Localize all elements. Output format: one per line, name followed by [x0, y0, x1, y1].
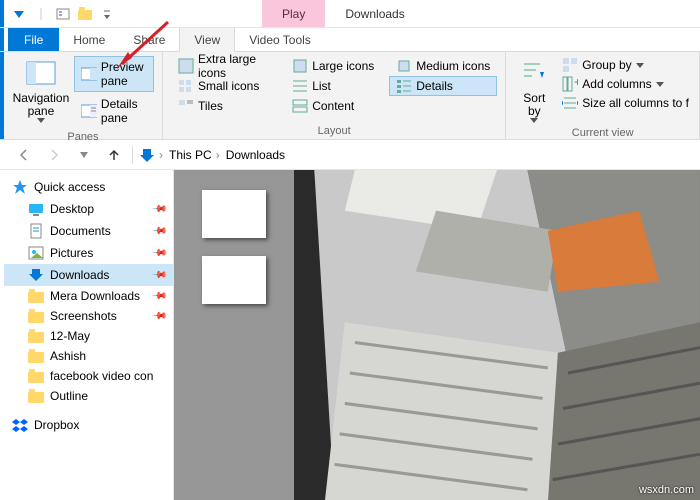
qat-dropdown-icon[interactable] [98, 5, 116, 23]
layout-large[interactable]: Large icons [285, 56, 381, 76]
add-columns-button[interactable]: +Add columns [560, 75, 691, 93]
properties-icon[interactable] [54, 5, 72, 23]
details-pane-button[interactable]: Details pane [74, 93, 154, 129]
layout-small[interactable]: Small icons [171, 76, 277, 96]
quick-access-toolbar [4, 0, 122, 27]
size-columns-button[interactable]: Size all columns to f [560, 94, 691, 112]
pin-icon: 📌 [150, 267, 167, 284]
thumbnail-strip [174, 170, 294, 500]
ribbon-tabs: File Home Share View Video Tools [0, 28, 700, 52]
title-bar: Play Downloads [0, 0, 700, 28]
chevron-down-icon [530, 118, 538, 123]
group-current-view: Sort by Group by +Add columns Size all c… [506, 52, 700, 139]
nav-item-documents[interactable]: Documents 📌 [4, 220, 173, 242]
tab-video-tools[interactable]: Video Tools [235, 28, 325, 51]
pin-icon: 📌 [150, 288, 167, 305]
nav-item-label: Downloads [50, 268, 109, 282]
navigation-pane-label: Navigation pane [13, 92, 70, 118]
layout-details[interactable]: Details [389, 76, 497, 96]
group-label-current-view: Current view [514, 125, 691, 139]
group-by-button[interactable]: Group by [560, 56, 691, 74]
thumbnail[interactable] [202, 256, 266, 304]
nav-item-label: Desktop [50, 202, 94, 216]
group-panes: Navigation pane Preview pane Details pan… [4, 52, 163, 139]
nav-item-ashish[interactable]: Ashish [4, 346, 173, 366]
tab-home[interactable]: Home [59, 28, 119, 51]
pin-icon: 📌 [150, 245, 167, 262]
layout-medium[interactable]: Medium icons [389, 56, 497, 76]
content-area: Quick access Desktop 📌 Documents 📌 Pictures 📌… [4, 170, 700, 500]
layout-tiles[interactable]: Tiles [171, 96, 277, 116]
dropbox-icon [12, 417, 28, 433]
quick-access-item[interactable]: Quick access [4, 176, 173, 198]
preview-pane-area [174, 170, 700, 500]
nav-item-12-may[interactable]: 12-May [4, 326, 173, 346]
chevron-down-icon [37, 118, 45, 123]
tab-view[interactable]: View [179, 28, 235, 52]
watermark: wsxdn.com [639, 484, 694, 496]
dropbox-item[interactable]: Dropbox [4, 414, 173, 436]
nav-item-mera-downloads[interactable]: Mera Downloads 📌 [4, 286, 173, 306]
qat-separator [32, 5, 50, 23]
nav-item-label: Screenshots [50, 309, 117, 323]
up-button[interactable] [102, 143, 126, 167]
layout-extra-large[interactable]: Extra large icons [171, 56, 277, 76]
back-button[interactable] [12, 143, 36, 167]
sort-by-button[interactable]: Sort by [514, 56, 554, 125]
star-icon [12, 179, 28, 195]
download-arrow-icon [139, 147, 155, 163]
ribbon-body: Navigation pane Preview pane Details pan… [0, 52, 700, 140]
recent-dropdown-icon[interactable] [72, 143, 96, 167]
nav-item-label: Ashish [50, 349, 86, 363]
forward-button[interactable] [42, 143, 66, 167]
breadcrumb-this-pc[interactable]: This PC› [169, 148, 220, 162]
pin-icon: 📌 [150, 223, 167, 240]
pin-icon: 📌 [150, 308, 167, 325]
down-arrow-icon[interactable] [10, 5, 28, 23]
preview-pane-icon [81, 66, 97, 82]
left-accent [0, 28, 4, 51]
navigation-pane: Quick access Desktop 📌 Documents 📌 Pictures 📌… [4, 170, 174, 500]
details-pane-label: Details pane [101, 97, 147, 125]
context-tab-play[interactable]: Play [262, 0, 325, 27]
nav-item-label: Pictures [50, 246, 93, 260]
nav-item-facebook-video-con[interactable]: facebook video con [4, 366, 173, 386]
layout-content[interactable]: Content [285, 96, 381, 116]
thumbnail[interactable] [202, 190, 266, 238]
details-pane-icon [81, 103, 97, 119]
preview-pane-label: Preview pane [101, 60, 147, 88]
nav-item-screenshots[interactable]: Screenshots 📌 [4, 306, 173, 326]
tab-file[interactable]: File [8, 28, 59, 51]
nav-item-label: 12-May [50, 329, 90, 343]
nav-item-outline[interactable]: Outline [4, 386, 173, 406]
breadcrumb-downloads[interactable]: Downloads [226, 148, 285, 162]
group-label-layout: Layout [171, 123, 497, 137]
pin-icon: 📌 [150, 201, 167, 218]
nav-item-downloads[interactable]: Downloads 📌 [4, 264, 173, 286]
preview-pane-button[interactable]: Preview pane [74, 56, 154, 92]
breadcrumb-root[interactable]: › [139, 147, 163, 163]
nav-item-label: facebook video con [50, 369, 153, 383]
chevron-right-icon: › [159, 148, 163, 162]
nav-item-pictures[interactable]: Pictures 📌 [4, 242, 173, 264]
group-label-panes: Panes [12, 129, 154, 143]
window-title: Downloads [325, 0, 424, 27]
address-bar: › This PC› Downloads [0, 140, 700, 170]
nav-item-label: Mera Downloads [50, 289, 140, 303]
group-layout: Extra large icons Large icons Medium ico… [163, 52, 506, 139]
nav-item-label: Outline [50, 389, 88, 403]
nav-item-label: Documents [50, 224, 111, 238]
nav-item-desktop[interactable]: Desktop 📌 [4, 198, 173, 220]
preview-image [294, 170, 700, 500]
svg-text:+: + [574, 76, 578, 89]
navigation-pane-button[interactable]: Navigation pane [12, 56, 70, 125]
folder-icon[interactable] [76, 5, 94, 23]
tab-share[interactable]: Share [119, 28, 179, 51]
layout-list[interactable]: List [285, 76, 381, 96]
